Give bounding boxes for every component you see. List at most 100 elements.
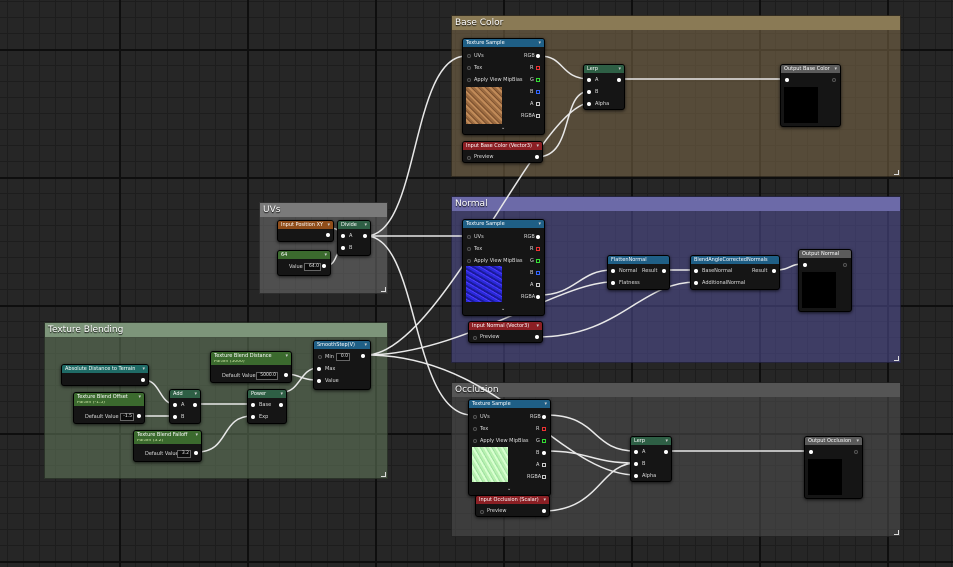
rgb-pin[interactable]	[536, 235, 540, 239]
a-pin[interactable]	[542, 463, 546, 467]
texture-sample-node[interactable]: Texture Sample ▾ UVs Tex Apply View MipBi…	[462, 219, 545, 316]
input-pin-b[interactable]	[634, 462, 638, 466]
tex-pin[interactable]	[467, 66, 471, 70]
preview-pin[interactable]	[480, 510, 484, 514]
blend-angle-corrected-normals-node[interactable]: BlendAngleCorrectedNormals BaseNormal Ad…	[690, 255, 780, 290]
chevron-down-icon[interactable]: ▾	[544, 400, 547, 408]
chevron-down-icon[interactable]: ⌄	[501, 125, 505, 131]
input-normal-node[interactable]: Input Normal (Vector3) ▾ Preview	[468, 321, 543, 343]
absolute-distance-node[interactable]: Absolute Distance to Terrain ▾	[61, 364, 149, 386]
output-pin[interactable]	[535, 335, 539, 339]
min-value-field[interactable]: 0.0	[336, 353, 350, 361]
texture-blend-offset-node[interactable]: Texture Blend Offset ▾ Param (-1.5) Defau…	[73, 392, 145, 424]
output-pin[interactable]	[284, 373, 288, 377]
output-pin[interactable]	[141, 378, 145, 382]
texture-blend-falloff-node[interactable]: Texture Blend Falloff ▾ Param (3.2) Defau…	[133, 430, 202, 462]
lerp-node[interactable]: Lerp ▾ A B Alpha	[583, 64, 625, 110]
input-pin-a[interactable]	[173, 403, 177, 407]
chevron-down-icon[interactable]: ▾	[665, 437, 668, 445]
input-pin-base[interactable]	[251, 403, 255, 407]
input-pin-alpha[interactable]	[587, 102, 591, 106]
r-pin[interactable]	[542, 427, 546, 431]
chevron-down-icon[interactable]: ▾	[327, 221, 330, 229]
chevron-down-icon[interactable]: ▾	[142, 365, 145, 373]
chevron-down-icon[interactable]: ▾	[324, 251, 327, 259]
output-base-color-node[interactable]: Output Base Color ▾	[780, 64, 841, 127]
a-pin[interactable]	[536, 102, 540, 106]
output-pin[interactable]	[137, 414, 141, 418]
chevron-down-icon[interactable]: ▾	[364, 341, 367, 349]
rgba-pin[interactable]	[536, 114, 540, 118]
output-pin[interactable]	[326, 233, 330, 237]
power-node[interactable]: Power ▾ Base Exp	[247, 389, 287, 424]
input-pin-exp[interactable]	[251, 415, 255, 419]
r-pin[interactable]	[536, 247, 540, 251]
input-position-node[interactable]: Input Position XY ▾	[277, 220, 334, 242]
output-pin[interactable]	[662, 269, 666, 273]
value-field[interactable]: -1.5	[120, 413, 134, 421]
chevron-down-icon[interactable]: ▾	[195, 431, 198, 439]
input-pin-a[interactable]	[634, 450, 638, 454]
flatten-normal-node[interactable]: FlattenNormal Normal Flatness Result	[607, 255, 670, 290]
rgba-pin[interactable]	[542, 475, 546, 479]
input-pin-b[interactable]	[587, 90, 591, 94]
input-pin-value[interactable]	[317, 379, 321, 383]
input-pin-basenormal[interactable]	[694, 269, 698, 273]
input-base-color-node[interactable]: Input Base Color (Vector3) ▾ Preview	[462, 141, 543, 163]
lerp-node[interactable]: Lerp ▾ A B Alpha	[630, 436, 672, 482]
input-pin-min[interactable]	[318, 355, 322, 359]
value-field[interactable]: 5000.0	[256, 372, 278, 380]
chevron-down-icon[interactable]: ▾	[194, 390, 197, 398]
input-pin-a[interactable]	[341, 234, 345, 238]
mip-pin[interactable]	[467, 259, 471, 263]
input-pin-normal[interactable]	[611, 269, 615, 273]
g-pin[interactable]	[536, 259, 540, 263]
output-pin[interactable]	[361, 354, 365, 358]
texture-blend-distance-node[interactable]: Texture Blend Distance ▾ Param (5000) Def…	[210, 351, 292, 383]
mip-pin[interactable]	[473, 439, 477, 443]
tex-pin[interactable]	[473, 427, 477, 431]
output-pin[interactable]	[322, 264, 326, 268]
texture-sample-node[interactable]: Texture Sample ▾ UVs Tex Apply View MipBi…	[462, 38, 545, 135]
output-pin[interactable]	[193, 403, 197, 407]
input-pin-alpha[interactable]	[634, 474, 638, 478]
chevron-down-icon[interactable]: ▾	[618, 65, 621, 73]
output-pin[interactable]	[843, 263, 847, 267]
chevron-down-icon[interactable]: ▾	[538, 39, 541, 47]
constant-node[interactable]: 64 ▾ Value 64.0	[277, 250, 331, 276]
input-pin[interactable]	[803, 263, 807, 267]
preview-pin[interactable]	[473, 336, 477, 340]
output-pin[interactable]	[617, 78, 621, 82]
uvs-pin[interactable]	[473, 415, 477, 419]
b-pin[interactable]	[536, 90, 540, 94]
chevron-down-icon[interactable]: ⌄	[507, 486, 511, 492]
output-pin[interactable]	[542, 509, 546, 513]
output-pin[interactable]	[363, 234, 367, 238]
rgb-pin[interactable]	[536, 54, 540, 58]
input-pin-additional[interactable]	[694, 281, 698, 285]
tex-pin[interactable]	[467, 247, 471, 251]
chevron-down-icon[interactable]: ▾	[536, 322, 539, 330]
output-pin[interactable]	[854, 450, 858, 454]
output-pin[interactable]	[194, 451, 198, 455]
uvs-pin[interactable]	[467, 54, 471, 58]
output-pin[interactable]	[279, 403, 283, 407]
g-pin[interactable]	[536, 78, 540, 82]
input-pin[interactable]	[809, 450, 813, 454]
input-pin-b[interactable]	[341, 246, 345, 250]
output-occlusion-node[interactable]: Output Occlusion ▾	[804, 436, 863, 499]
b-pin[interactable]	[536, 271, 540, 275]
chevron-down-icon[interactable]: ▾	[538, 220, 541, 228]
output-pin[interactable]	[772, 269, 776, 273]
input-pin-a[interactable]	[587, 78, 591, 82]
b-pin[interactable]	[542, 451, 546, 455]
smoothstep-node[interactable]: SmoothStep(V) ▾ Min 0.0 Max Value	[313, 340, 371, 390]
chevron-down-icon[interactable]: ▾	[364, 221, 367, 229]
input-occlusion-node[interactable]: Input Occlusion (Scalar) ▾ Preview	[475, 495, 550, 517]
r-pin[interactable]	[536, 66, 540, 70]
output-pin[interactable]	[535, 155, 539, 159]
input-pin-b[interactable]	[173, 415, 177, 419]
mip-pin[interactable]	[467, 78, 471, 82]
add-node[interactable]: Add ▾ A B	[169, 389, 201, 424]
rgba-pin[interactable]	[536, 295, 540, 299]
